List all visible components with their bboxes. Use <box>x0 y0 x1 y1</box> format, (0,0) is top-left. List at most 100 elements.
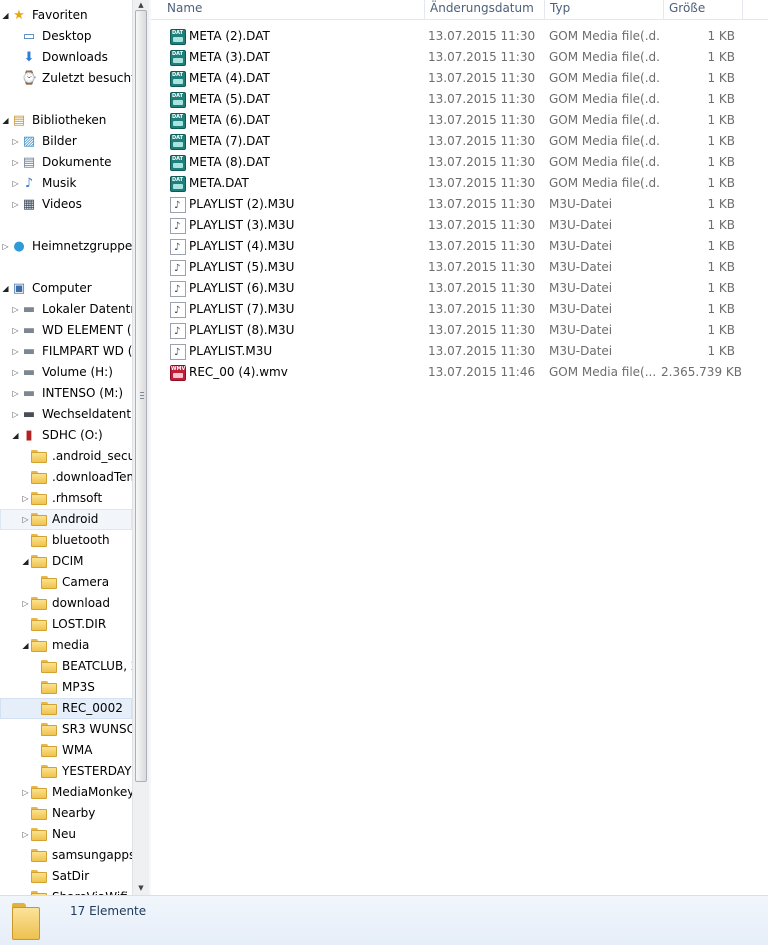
collapsed-arrow-icon[interactable]: ▷ <box>11 404 20 425</box>
file-row[interactable]: META (3).DAT 13.07.2015 11:30 GOM Media fi… <box>151 47 768 68</box>
file-row[interactable]: PLAYLIST (8).M3U 13.07.2015 11:30 M3U-Date… <box>151 320 768 342</box>
collapsed-arrow-icon[interactable]: ▷ <box>11 320 20 341</box>
nav-item-label: ShareViaWifi <box>52 887 128 895</box>
nav-item-favoriten[interactable]: ◢ ★ Favoriten <box>0 5 132 26</box>
column-header-name[interactable]: Name <box>161 0 425 19</box>
file-row[interactable]: META (4).DAT 13.07.2015 11:30 GOM Media fi… <box>151 68 768 89</box>
nav-item-samsungapps[interactable]: samsungapps <box>0 845 132 866</box>
file-row[interactable]: PLAYLIST.M3U 13.07.2015 11:30 M3U-Datei 1 K… <box>151 341 768 363</box>
nav-item-dcim[interactable]: ◢ DCIM <box>0 551 132 572</box>
nav-item-wechseldatentr[interactable]: ▷▬ Wechseldatenträ <box>0 404 132 425</box>
volume-icon: ▬ <box>22 365 36 380</box>
nav-item-yesterday[interactable]: YESTERDAY <box>0 761 132 782</box>
file-row[interactable]: REC_00 (4).wmv 13.07.2015 11:46 GOM Media … <box>151 362 768 383</box>
nav-item-computer[interactable]: ◢ ▣ Computer <box>0 278 132 299</box>
file-row[interactable]: META (6).DAT 13.07.2015 11:30 GOM Media fi… <box>151 110 768 131</box>
nav-item-wd-element-f[interactable]: ▷ ▬ WD ELEMENT (F: <box>0 320 132 341</box>
collapsed-arrow-icon[interactable]: ▷ <box>11 131 20 152</box>
nav-item-beatclub-2[interactable]: BEATCLUB, 2 <box>0 656 132 677</box>
nav-item-android[interactable]: ▷ Android <box>0 509 132 530</box>
nav-item-bibliotheken[interactable]: ◢ ▤ Bibliotheken <box>0 110 132 131</box>
file-row[interactable]: META (2).DAT 13.07.2015 11:30 GOM Media fi… <box>151 26 768 47</box>
nav-item-bluetooth[interactable]: bluetooth <box>0 530 132 551</box>
nav-item-sr3-wunsch[interactable]: SR3 WUNSCH <box>0 719 132 740</box>
file-size: 1 KB <box>707 134 735 148</box>
nav-item-shareviawifi[interactable]: ShareViaWifi <box>0 887 132 895</box>
nav-item-downloadtem[interactable]: .downloadTem <box>0 467 132 488</box>
nav-item-camera[interactable]: Camera <box>0 572 132 593</box>
nav-item-label: Zuletzt besucht <box>42 71 132 85</box>
collapsed-arrow-icon[interactable]: ▷ <box>21 509 30 530</box>
nav-item-label: LOST.DIR <box>52 617 107 631</box>
documents-icon: ▤ <box>22 155 36 170</box>
scrollbar-thumb[interactable] <box>135 10 147 782</box>
expanded-arrow-icon[interactable]: ◢ <box>11 425 20 446</box>
nav-item-filmpart-wd-g[interactable]: ▷ ▬ FILMPART WD (G <box>0 341 132 362</box>
nav-item-rec-0002[interactable]: REC_0002 <box>0 698 132 719</box>
collapsed-arrow-icon[interactable]: ▷ <box>21 593 30 614</box>
nav-item-dokumente[interactable]: ▷ ▤ Dokumente <box>0 152 132 173</box>
collapsed-arrow-icon[interactable]: ▷ <box>11 173 20 194</box>
file-row[interactable]: META (8).DAT 13.07.2015 11:30 GOM Media fi… <box>151 152 768 173</box>
playlist-file-icon <box>170 279 186 300</box>
nav-item-intenso-m[interactable]: ▷ ▬ INTENSO (M:) <box>0 383 132 404</box>
nav-item-heimnetzgruppe[interactable]: ▷ ● Heimnetzgruppe <box>0 236 132 257</box>
nav-item-lokaler-datentr-g[interactable]: ▷▬ Lokaler Datenträg <box>0 299 132 320</box>
collapsed-arrow-icon[interactable]: ▷ <box>11 341 20 362</box>
file-date: 13.07.2015 11:30 <box>428 281 536 295</box>
nav-item-download[interactable]: ▷ download <box>0 593 132 614</box>
nav-item-bilder[interactable]: ▷ ▨ Bilder <box>0 131 132 152</box>
file-row[interactable]: PLAYLIST (7).M3U 13.07.2015 11:30 M3U-Date… <box>151 299 768 321</box>
nav-item-videos[interactable]: ▷ ▦ Videos <box>0 194 132 215</box>
nav-item-rhmsoft[interactable]: ▷ .rhmsoft <box>0 488 132 509</box>
collapsed-arrow-icon[interactable]: ▷ <box>11 152 20 173</box>
nav-item-musik[interactable]: ▷ ♪ Musik <box>0 173 132 194</box>
nav-item-downloads[interactable]: ⬇ Downloads <box>0 47 132 68</box>
collapsed-arrow-icon[interactable]: ▷ <box>11 299 20 320</box>
nav-item-neu[interactable]: ▷ Neu <box>0 824 132 845</box>
nav-item-mp3s[interactable]: MP3S <box>0 677 132 698</box>
nav-item-media[interactable]: ◢ media <box>0 635 132 656</box>
file-row[interactable]: PLAYLIST (5).M3U 13.07.2015 11:30 M3U-Date… <box>151 257 768 279</box>
nav-item-desktop[interactable]: ▭ Desktop <box>0 26 132 47</box>
nav-item-lost-dir[interactable]: LOST.DIR <box>0 614 132 635</box>
nav-item-sdhc-o[interactable]: ◢ ▮ SDHC (O:) <box>0 425 132 446</box>
navigation-scrollbar[interactable]: ▲ ▼ <box>132 0 149 895</box>
file-row[interactable]: PLAYLIST (2).M3U 13.07.2015 11:30 M3U-Date… <box>151 194 768 216</box>
nav-item-android-secur[interactable]: .android_secur <box>0 446 132 467</box>
expanded-arrow-icon[interactable]: ◢ <box>1 278 10 299</box>
file-row[interactable]: PLAYLIST (4).M3U 13.07.2015 11:30 M3U-Date… <box>151 236 768 258</box>
column-header-date[interactable]: Änderungsdatum <box>424 0 545 19</box>
expanded-arrow-icon[interactable]: ◢ <box>21 635 30 656</box>
nav-item-volume-h[interactable]: ▷ ▬ Volume (H:) <box>0 362 132 383</box>
libraries-icon: ▤ <box>12 113 26 128</box>
file-row[interactable]: META (7).DAT 13.07.2015 11:30 GOM Media fi… <box>151 131 768 152</box>
expanded-arrow-icon[interactable]: ◢ <box>21 551 30 572</box>
nav-item-zuletzt-besucht[interactable]: ⌚ Zuletzt besucht <box>0 68 132 89</box>
nav-item-wma[interactable]: WMA <box>0 740 132 761</box>
collapsed-arrow-icon[interactable]: ▷ <box>11 383 20 404</box>
expanded-arrow-icon[interactable]: ◢ <box>1 5 10 26</box>
collapsed-arrow-icon[interactable]: ▷ <box>21 782 30 803</box>
file-row[interactable]: META (5).DAT 13.07.2015 11:30 GOM Media fi… <box>151 89 768 110</box>
file-row[interactable]: META.DAT 13.07.2015 11:30 GOM Media file(.… <box>151 173 768 194</box>
nav-item-nearby[interactable]: Nearby <box>0 803 132 824</box>
nav-item-label: Dokumente <box>42 155 112 169</box>
file-name: META (3).DAT <box>189 50 270 64</box>
collapsed-arrow-icon[interactable]: ▷ <box>1 236 10 257</box>
dat-file-icon <box>170 92 186 108</box>
nav-item-satdir[interactable]: SatDir <box>0 866 132 887</box>
file-row[interactable]: PLAYLIST (6).M3U 13.07.2015 11:30 M3U-Date… <box>151 278 768 300</box>
collapsed-arrow-icon[interactable]: ▷ <box>21 824 30 845</box>
collapsed-arrow-icon[interactable]: ▷ <box>21 488 30 509</box>
column-header-type[interactable]: Typ <box>544 0 664 19</box>
collapsed-arrow-icon[interactable]: ▷ <box>11 362 20 383</box>
column-header-size[interactable]: Größe <box>663 0 743 19</box>
file-row[interactable]: PLAYLIST (3).M3U 13.07.2015 11:30 M3U-Date… <box>151 215 768 237</box>
expanded-arrow-icon[interactable]: ◢ <box>1 110 10 131</box>
nav-item-mediamonkey[interactable]: ▷ MediaMonkey <box>0 782 132 803</box>
scroll-up-icon[interactable]: ▲ <box>135 0 147 10</box>
collapsed-arrow-icon[interactable]: ▷ <box>11 194 20 215</box>
scroll-down-icon[interactable]: ▼ <box>135 883 147 893</box>
file-date: 13.07.2015 11:30 <box>428 218 536 232</box>
